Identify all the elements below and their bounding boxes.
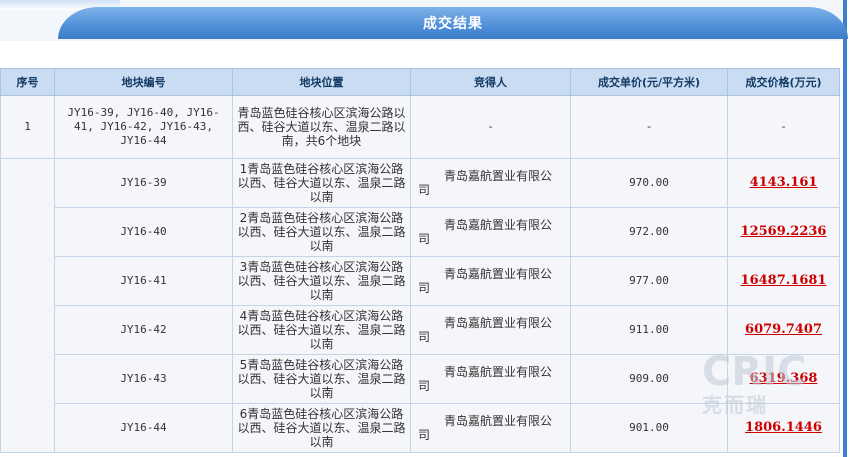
col-total-price-header: 成交价格(万元) bbox=[727, 68, 840, 96]
total-price-link[interactable]: 4143.161 bbox=[750, 175, 818, 190]
cell-code: JY16-43 bbox=[54, 354, 233, 404]
cell-bidder: 青岛嘉航置业有限公司 bbox=[410, 305, 571, 355]
table-row: JY16-44 6青岛蓝色硅谷核心区滨海公路以西、硅谷大道以东、温泉二路以南 青… bbox=[1, 403, 840, 453]
panel-header: 成交结果 bbox=[58, 7, 848, 39]
cell-unit-price: - bbox=[570, 95, 728, 159]
table-row: JY16-41 3青岛蓝色硅谷核心区滨海公路以西、硅谷大道以东、温泉二路以南 青… bbox=[1, 256, 840, 306]
bidder-name-tail: 司 bbox=[418, 379, 431, 393]
cell-bidder: 青岛嘉航置业有限公司 bbox=[410, 403, 571, 453]
cell-total-price: 4143.161 bbox=[727, 158, 840, 208]
cell-total-price: 6079.7407 bbox=[727, 305, 840, 355]
cell-total-price: 16487.1681 bbox=[727, 256, 840, 306]
cell-unit-price: 970.00 bbox=[570, 158, 728, 208]
cell-bidder: 青岛嘉航置业有限公司 bbox=[410, 256, 571, 306]
cell-total-price: 6319.368 bbox=[727, 354, 840, 404]
cell-unit-price: 909.00 bbox=[570, 354, 728, 404]
table-row: JY16-39 1青岛蓝色硅谷核心区滨海公路以西、硅谷大道以东、温泉二路以南 青… bbox=[0, 158, 840, 453]
total-price-link[interactable]: 16487.1681 bbox=[741, 273, 827, 288]
cell-code: JY16-44 bbox=[54, 403, 233, 453]
bidder-name-tail: 司 bbox=[418, 281, 431, 295]
cell-location: 4青岛蓝色硅谷核心区滨海公路以西、硅谷大道以东、温泉二路以南 bbox=[232, 305, 411, 355]
cell-total-price: - bbox=[727, 95, 840, 159]
cell-unit-price: 911.00 bbox=[570, 305, 728, 355]
cell-code: JY16-41 bbox=[54, 256, 233, 306]
table-header-row: 序号 地块编号 地块位置 竞得人 成交单价(元/平方米) 成交价格(万元) bbox=[0, 68, 840, 96]
cell-code: JY16-42 bbox=[54, 305, 233, 355]
cell-index-empty bbox=[0, 158, 55, 453]
cell-bidder: 青岛嘉航置业有限公司 bbox=[410, 354, 571, 404]
cell-index: 1 bbox=[0, 95, 55, 159]
total-price-link[interactable]: 1806.1446 bbox=[745, 420, 822, 435]
content-area: 序号 地块编号 地块位置 竞得人 成交单价(元/平方米) 成交价格(万元) 1 … bbox=[0, 41, 843, 457]
cell-location: 6青岛蓝色硅谷核心区滨海公路以西、硅谷大道以东、温泉二路以南 bbox=[232, 403, 411, 453]
bidder-name: 青岛嘉航置业有限公 bbox=[444, 316, 553, 330]
bidder-name-tail: 司 bbox=[418, 183, 431, 197]
cell-code: JY16-39, JY16-40, JY16-41, JY16-42, JY16… bbox=[54, 95, 233, 159]
col-bidder-header: 竞得人 bbox=[410, 68, 571, 96]
cell-total-price: 1806.1446 bbox=[727, 403, 840, 453]
cell-unit-price: 977.00 bbox=[570, 256, 728, 306]
col-unit-price-header: 成交单价(元/平方米) bbox=[570, 68, 728, 96]
cell-bidder: 青岛嘉航置业有限公司 bbox=[410, 207, 571, 257]
bidder-name-tail: 司 bbox=[418, 232, 431, 246]
cell-code: JY16-40 bbox=[54, 207, 233, 257]
table-row: JY16-40 2青岛蓝色硅谷核心区滨海公路以西、硅谷大道以东、温泉二路以南 青… bbox=[1, 207, 840, 257]
table-row-summary: 1 JY16-39, JY16-40, JY16-41, JY16-42, JY… bbox=[0, 95, 840, 159]
cell-location: 2青岛蓝色硅谷核心区滨海公路以西、硅谷大道以东、温泉二路以南 bbox=[232, 207, 411, 257]
table-row: JY16-43 5青岛蓝色硅谷核心区滨海公路以西、硅谷大道以东、温泉二路以南 青… bbox=[1, 354, 840, 404]
cell-location: 5青岛蓝色硅谷核心区滨海公路以西、硅谷大道以东、温泉二路以南 bbox=[232, 354, 411, 404]
total-price-link[interactable]: 12569.2236 bbox=[741, 224, 827, 239]
bidder-name: 青岛嘉航置业有限公 bbox=[444, 169, 553, 183]
bidder-name-tail: 司 bbox=[418, 428, 431, 442]
table-row: JY16-42 4青岛蓝色硅谷核心区滨海公路以西、硅谷大道以东、温泉二路以南 青… bbox=[1, 305, 840, 355]
cell-unit-price: 972.00 bbox=[570, 207, 728, 257]
cell-location: 3青岛蓝色硅谷核心区滨海公路以西、硅谷大道以东、温泉二路以南 bbox=[232, 256, 411, 306]
col-code-header: 地块编号 bbox=[54, 68, 233, 96]
col-location-header: 地块位置 bbox=[232, 68, 411, 96]
bidder-name: 青岛嘉航置业有限公 bbox=[444, 365, 553, 379]
cell-unit-price: 901.00 bbox=[570, 403, 728, 453]
cell-bidder: 青岛嘉航置业有限公司 bbox=[410, 158, 571, 208]
bidder-name-tail: 司 bbox=[418, 330, 431, 344]
cell-location: 1青岛蓝色硅谷核心区滨海公路以西、硅谷大道以东、温泉二路以南 bbox=[232, 158, 411, 208]
bidder-name: 青岛嘉航置业有限公 bbox=[444, 267, 553, 281]
cell-total-price: 12569.2236 bbox=[727, 207, 840, 257]
total-price-link[interactable]: 6319.368 bbox=[750, 371, 818, 386]
bidder-name: 青岛嘉航置业有限公 bbox=[444, 218, 553, 232]
cell-location: 青岛蓝色硅谷核心区滨海公路以西、硅谷大道以东、温泉二路以南，共6个地块 bbox=[232, 95, 411, 159]
bidder-name: 青岛嘉航置业有限公 bbox=[444, 414, 553, 428]
col-index-header: 序号 bbox=[0, 68, 55, 96]
panel-title: 成交结果 bbox=[423, 16, 483, 32]
total-price-link[interactable]: 6079.7407 bbox=[745, 322, 822, 337]
cell-code: JY16-39 bbox=[54, 158, 233, 208]
cell-bidder: - bbox=[410, 95, 571, 159]
result-table: 序号 地块编号 地块位置 竞得人 成交单价(元/平方米) 成交价格(万元) 1 … bbox=[0, 68, 840, 453]
